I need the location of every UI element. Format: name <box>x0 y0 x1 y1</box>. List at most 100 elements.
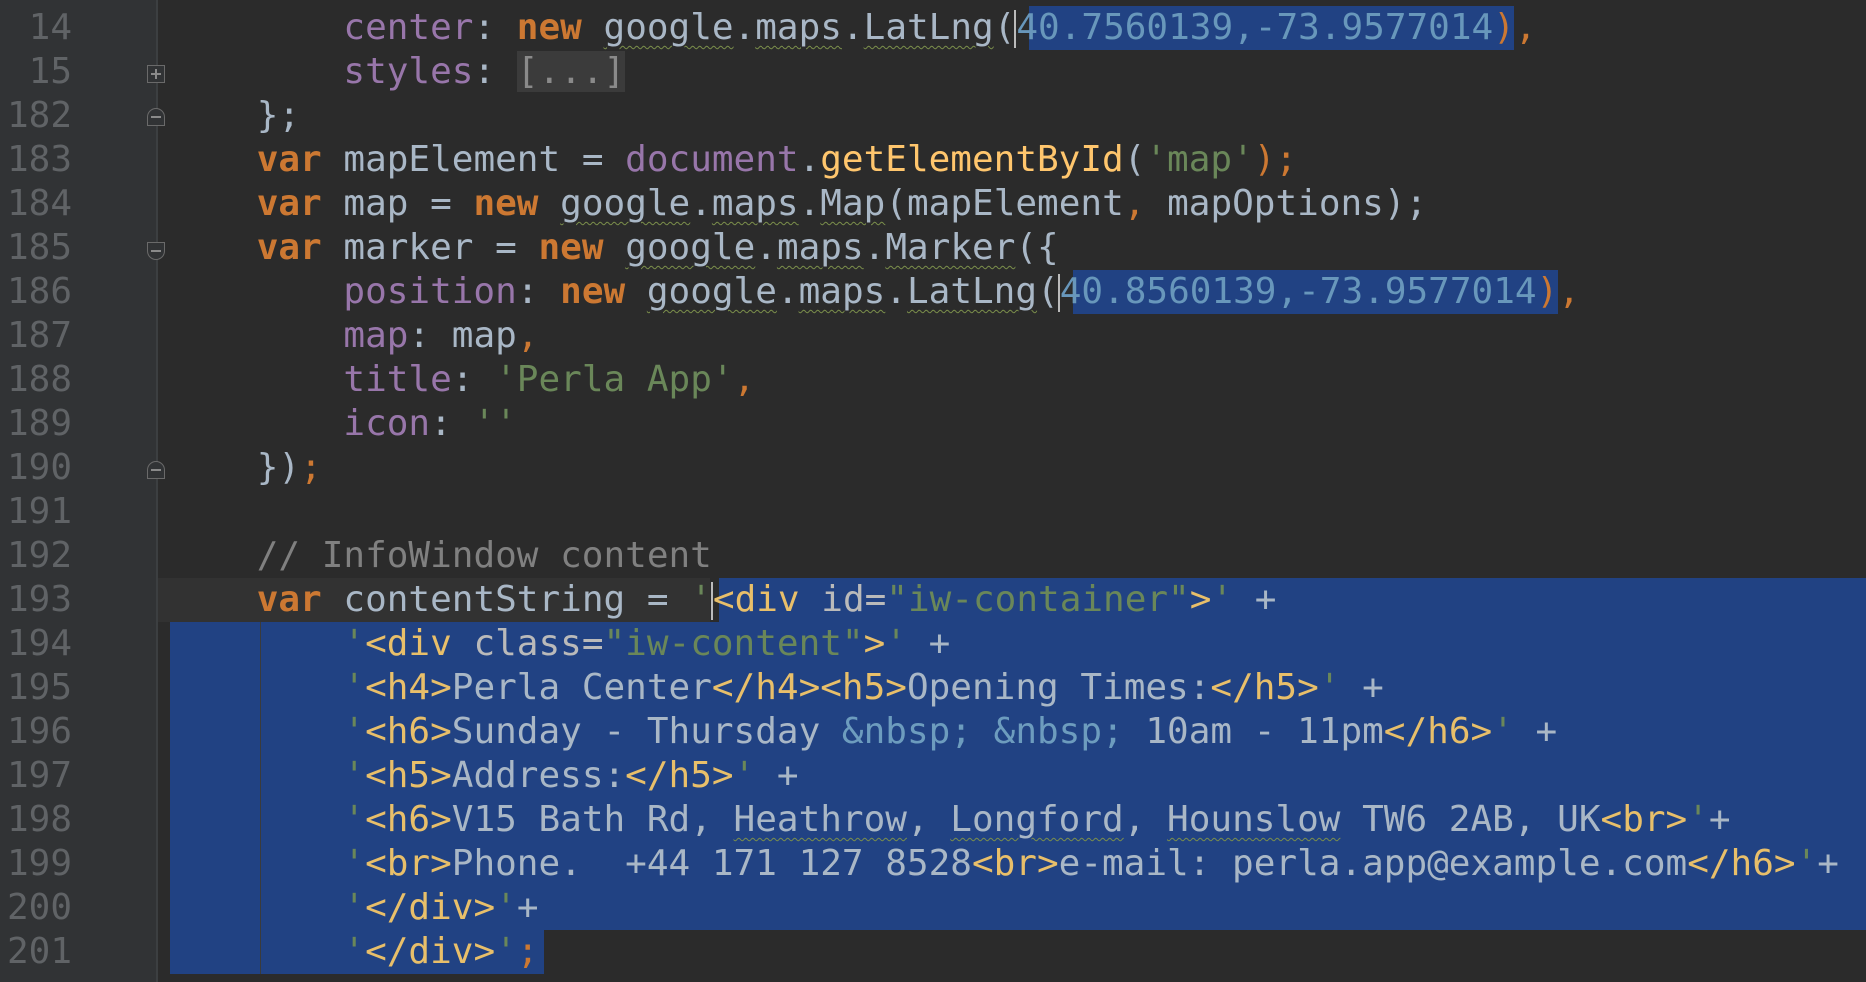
token: + <box>516 887 539 928</box>
folded-region[interactable]: [...] <box>516 51 626 92</box>
token: , <box>906 799 951 840</box>
token: ' <box>343 843 366 884</box>
token: <br> <box>365 843 452 884</box>
token: icon <box>343 403 431 444</box>
token: ' <box>343 799 366 840</box>
token: mapOptions); <box>1145 183 1428 224</box>
code-line: position: new google.maps.LatLng(40.8560… <box>343 271 1580 312</box>
token: </div> <box>365 887 496 928</box>
token: }) <box>256 447 301 488</box>
code-line: title: 'Perla App', <box>170 358 755 402</box>
token: google <box>560 183 691 224</box>
token: Phone. +44 171 127 8528 <box>451 843 972 884</box>
token: ' <box>1492 711 1514 752</box>
token: maps <box>776 227 864 268</box>
token: </h6> <box>1687 843 1796 884</box>
token: > <box>1189 579 1212 620</box>
token: "iw-container" <box>886 579 1190 620</box>
token: Sunday - Thursday <box>451 711 842 752</box>
token: ' <box>343 711 366 752</box>
token: google <box>603 7 734 48</box>
token: <div <box>365 623 452 664</box>
token: "iw-content" <box>603 623 864 664</box>
token: ' <box>885 623 907 664</box>
token: Heathrow <box>733 799 907 840</box>
code-line: '<h6>Sunday - Thursday &nbsp; &nbsp; 10a… <box>170 710 1557 754</box>
code-editor[interactable]: 14 15 182 183 184 185 186 187 188 189 19… <box>0 0 1866 982</box>
token: ' <box>1795 843 1818 884</box>
code-line: icon: '' <box>170 402 517 446</box>
token: ' <box>343 887 366 928</box>
token: : <box>473 51 517 92</box>
token: map <box>451 315 517 356</box>
token: ({ <box>1015 227 1059 268</box>
token: : <box>430 403 474 444</box>
token: ), <box>1493 7 1537 48</box>
token: </h4><h5> <box>711 667 907 708</box>
token: <h4> <box>365 667 452 708</box>
token: LatLng <box>863 7 994 48</box>
token: Opening Times: <box>906 667 1211 708</box>
token: <h5> <box>365 755 452 796</box>
token: 10am - 11pm <box>1123 711 1384 752</box>
token: document <box>625 139 799 180</box>
token: '' <box>473 403 517 444</box>
token: ' <box>690 579 712 620</box>
code-line: '<h5>Address:</h5>' + <box>170 754 798 798</box>
code-line: '</div>'; <box>170 930 539 974</box>
token: var <box>256 183 322 224</box>
token: Map <box>820 183 886 224</box>
token: marker = <box>321 227 539 268</box>
token: maps <box>711 183 799 224</box>
token: 40.7560139,-73.9577014 <box>1016 7 1494 48</box>
code-line: '<h4>Perla Center</h4><h5>Opening Times:… <box>170 666 1384 710</box>
token: 'Perla App' <box>495 359 734 400</box>
token: maps <box>798 271 886 312</box>
code-line: var map = new google.maps.Map(mapElement… <box>256 183 1428 224</box>
token: + <box>1708 799 1731 840</box>
token: position <box>343 271 517 312</box>
token: + <box>1233 579 1277 620</box>
token: map = <box>321 183 474 224</box>
token: </h5> <box>1210 667 1319 708</box>
token: ' <box>343 667 366 708</box>
token: 40.8560139,-73.9577014 <box>1059 271 1537 312</box>
token: ; <box>300 447 322 488</box>
code-line: var contentString = '<div id="iw-contain… <box>170 578 1276 622</box>
token: : <box>473 7 517 48</box>
token: var <box>256 579 322 620</box>
token: , <box>516 315 539 356</box>
code-line: // InfoWindow content <box>170 534 712 578</box>
token: : <box>516 271 561 312</box>
code-line: '<h6>V15 Bath Rd, Heathrow, Longford, Ho… <box>170 798 1731 842</box>
token: ' <box>343 623 366 664</box>
token: var <box>256 227 322 268</box>
token: + <box>1340 667 1384 708</box>
token: (mapElement <box>885 183 1124 224</box>
token: LatLng <box>906 271 1038 312</box>
token: <br> <box>1600 799 1688 840</box>
token: getElementById <box>820 139 1124 180</box>
token: ' <box>1211 579 1234 620</box>
token: > <box>863 623 886 664</box>
token: new <box>516 7 582 48</box>
token: : <box>451 359 496 400</box>
token: , <box>1123 799 1168 840</box>
token: &nbsp; <box>993 711 1124 752</box>
code-line: var mapElement = document.getElementById… <box>256 139 1298 180</box>
token: ' <box>1318 667 1341 708</box>
code-line: map: map, <box>170 314 539 358</box>
token: </h5> <box>625 755 734 796</box>
token: + <box>1817 843 1839 884</box>
token: mapElement = <box>321 139 626 180</box>
token: center <box>343 7 474 48</box>
code-line: '</div>'+ <box>170 886 539 930</box>
code-area[interactable]: center: new google.maps.LatLng(40.756013… <box>0 0 1866 982</box>
token: 'map' <box>1145 139 1254 180</box>
token: ; <box>516 931 539 972</box>
token: <h6> <box>365 799 452 840</box>
token: <div <box>712 579 800 620</box>
token: &nbsp; <box>841 711 972 752</box>
token: ' <box>343 755 366 796</box>
token: var <box>256 139 322 180</box>
